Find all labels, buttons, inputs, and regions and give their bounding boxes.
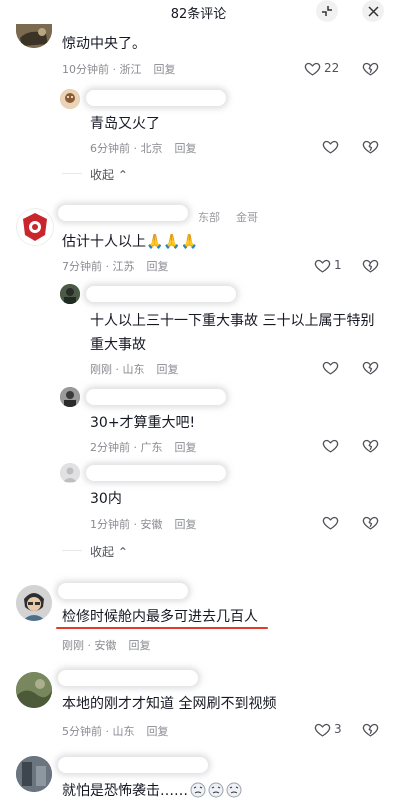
username-blurred[interactable]	[86, 389, 226, 405]
crying-emoji	[190, 782, 242, 798]
reply-meta: 1分钟前 · 安徽 回复	[90, 516, 197, 532]
red-underline-annotation	[56, 627, 268, 629]
like-count: 1	[334, 258, 342, 272]
comment-time: 5分钟前 · 山东	[62, 725, 135, 738]
username-fragment: 金哥	[236, 211, 258, 224]
like-count: 22	[324, 61, 340, 75]
comments-header: 82条评论	[0, 0, 397, 24]
username-blurred[interactable]	[58, 757, 208, 773]
username-blurred[interactable]	[58, 583, 188, 599]
dislike-icon[interactable]	[362, 514, 379, 531]
like-icon[interactable]	[314, 721, 331, 738]
username-blurred[interactable]	[86, 286, 236, 302]
dislike-icon[interactable]	[362, 257, 379, 274]
reply-meta: 2分钟前 · 广东 回复	[90, 439, 197, 455]
avatar[interactable]	[16, 756, 52, 792]
avatar[interactable]	[60, 463, 80, 483]
avatar[interactable]	[16, 585, 52, 621]
comment-time: 10分钟前 · 浙江	[62, 63, 142, 76]
dislike-icon[interactable]	[362, 721, 379, 738]
avatar[interactable]	[60, 284, 80, 304]
comment-text: 就怕是恐怖袭击……	[62, 780, 188, 802]
username-fragment: 东部	[198, 211, 220, 224]
comment-text: 估计十人以上🙏🙏🙏	[62, 231, 198, 253]
comment-time: 7分钟前 · 江苏	[62, 260, 135, 273]
reply-time: 6分钟前 · 北京	[90, 142, 163, 155]
reply-button[interactable]: 回复	[175, 518, 197, 531]
reply-text: 30+才算重大吧!	[90, 415, 196, 431]
reply-button[interactable]: 回复	[175, 142, 197, 155]
reply-button[interactable]: 回复	[147, 725, 169, 738]
reply-button[interactable]: 回复	[147, 260, 169, 273]
reply-text: 十人以上三十一下重大事故 三十以上属于特别重大事故	[90, 313, 375, 353]
dislike-icon[interactable]	[362, 60, 379, 77]
reply-button[interactable]: 回复	[157, 363, 179, 376]
comment-body: 估计十人以上	[62, 234, 146, 250]
fold-divider	[62, 173, 82, 174]
avatar[interactable]	[60, 387, 80, 407]
like-count: 3	[334, 722, 342, 736]
like-icon[interactable]	[304, 60, 321, 77]
reply-text: 青岛又火了	[90, 116, 160, 132]
like-icon[interactable]	[322, 359, 339, 376]
like-icon[interactable]	[322, 514, 339, 531]
reply-time: 1分钟前 · 安徽	[90, 518, 163, 531]
comment-meta: 10分钟前 · 浙江 回复	[62, 61, 176, 77]
reply-button[interactable]: 回复	[129, 639, 151, 652]
comment-meta: 5分钟前 · 山东 回复	[62, 723, 169, 739]
collapse-replies-button[interactable]: 收起 ⌃	[90, 543, 128, 560]
reply-meta: 6分钟前 · 北京 回复	[90, 140, 197, 156]
comment-meta: 7分钟前 · 江苏 回复	[62, 258, 169, 274]
username-blurred[interactable]	[58, 205, 188, 221]
collapse-replies-button[interactable]: 收起 ⌃	[90, 166, 128, 183]
like-icon[interactable]	[322, 437, 339, 454]
comment-text: 惊动中央了。	[62, 36, 146, 52]
like-icon[interactable]	[314, 257, 331, 274]
username-blurred[interactable]	[86, 465, 226, 481]
pray-emoji: 🙏🙏🙏	[146, 234, 199, 250]
comment-text: 检修时候舱内最多可进去几百人	[62, 609, 258, 625]
username-blurred[interactable]	[86, 90, 226, 106]
dislike-icon[interactable]	[362, 359, 379, 376]
reply-button[interactable]: 回复	[175, 441, 197, 454]
comment-body: 就怕是恐怖袭击……	[62, 783, 188, 799]
reply-time: 2分钟前 · 广东	[90, 441, 163, 454]
avatar[interactable]	[16, 208, 54, 246]
reply-text: 30内	[90, 491, 122, 507]
reply-time: 刚刚 · 山东	[90, 363, 145, 376]
comment-time: 刚刚 · 安徽	[62, 639, 117, 652]
reply-button[interactable]: 回复	[154, 63, 176, 76]
collapse-icon[interactable]	[316, 0, 338, 22]
comment-meta: 刚刚 · 安徽 回复	[62, 637, 151, 653]
avatar[interactable]	[16, 24, 52, 48]
avatar[interactable]	[60, 89, 80, 109]
dislike-icon[interactable]	[362, 437, 379, 454]
comment-text: 本地的刚才才知道 全网刷不到视频	[62, 696, 277, 712]
close-icon[interactable]	[362, 0, 384, 22]
reply-meta: 刚刚 · 山东 回复	[90, 361, 179, 377]
like-icon[interactable]	[322, 138, 339, 155]
avatar[interactable]	[16, 672, 52, 708]
dislike-icon[interactable]	[362, 138, 379, 155]
username-blurred[interactable]	[58, 670, 198, 686]
fold-divider	[62, 550, 82, 551]
